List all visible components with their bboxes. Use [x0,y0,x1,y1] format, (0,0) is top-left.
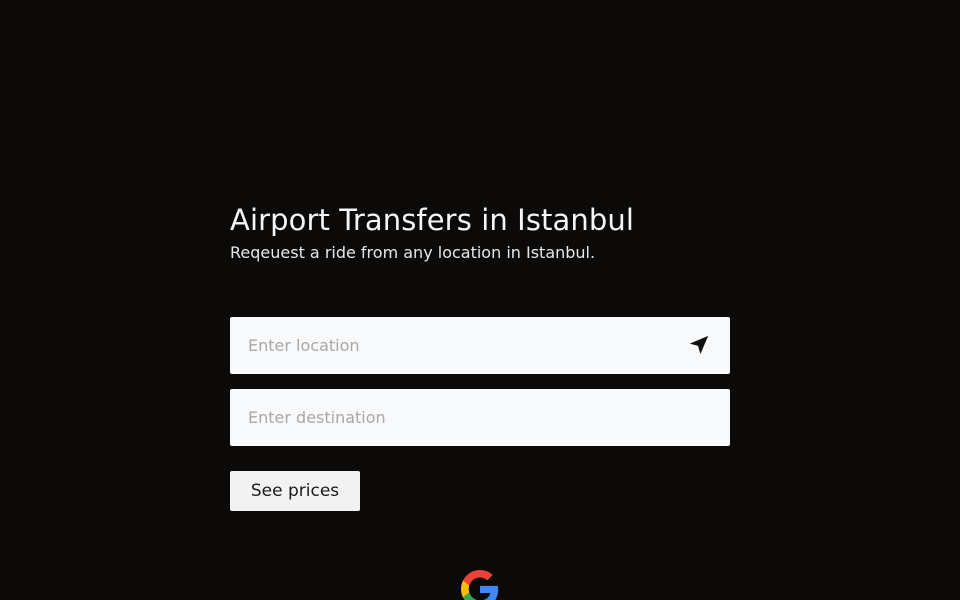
navigation-arrow-icon[interactable] [686,332,712,358]
google-logo-icon [461,570,499,600]
destination-input[interactable] [230,389,730,446]
see-prices-button[interactable]: See prices [230,471,360,511]
location-field [230,317,730,374]
hero-section: Airport Transfers in Istanbul Reqeuest a… [230,201,730,263]
page-subtitle: Reqeuest a ride from any location in Ist… [230,243,596,262]
page: Airport Transfers in Istanbul Reqeuest a… [0,0,960,600]
location-input[interactable] [230,317,730,374]
page-title: Airport Transfers in Istanbul [230,203,635,237]
destination-field [230,389,730,446]
